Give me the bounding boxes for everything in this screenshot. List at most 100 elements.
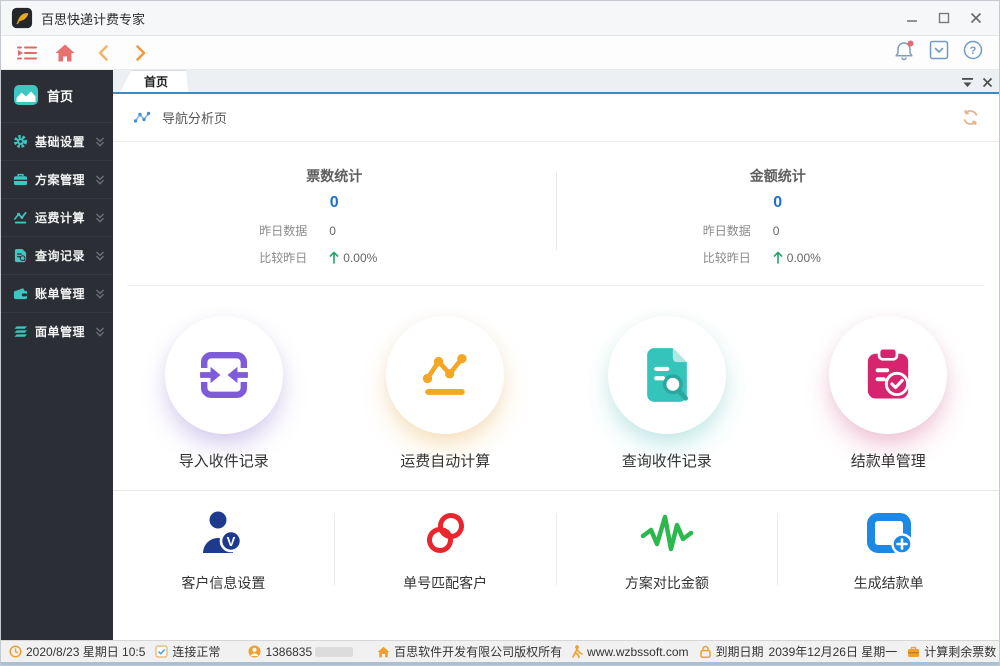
yesterday-value: 0 <box>329 224 336 238</box>
sidebar-item-label: 查询记录 <box>35 247 95 264</box>
tab-close-icon[interactable] <box>982 77 993 88</box>
merge-arrows-icon <box>196 347 252 403</box>
walker-icon <box>572 645 583 658</box>
doc-search-icon <box>13 248 28 263</box>
sidebar-item-query-records[interactable]: 查询记录 <box>1 236 113 274</box>
sidebar-item-freight-calculation[interactable]: 运费计算 <box>1 198 113 236</box>
forward-button[interactable] <box>127 40 155 66</box>
sidebar-item-plan-management[interactable]: 方案管理 <box>1 160 113 198</box>
amount-stat: 金额统计 0 昨日数据 0 比较昨日 0.00% <box>557 166 1000 285</box>
app-logo-icon <box>11 7 33 29</box>
pulse-icon <box>639 511 695 555</box>
navigation-analysis-page: 票数统计 0 昨日数据 0 比较昨日 0.00% <box>113 142 999 640</box>
chevron-down-icon <box>95 289 105 299</box>
status-connection: 连接正常 <box>155 643 220 660</box>
chart-icon <box>13 210 28 225</box>
maximize-button[interactable] <box>931 6 957 30</box>
stat-title: 票数统计 <box>259 166 409 186</box>
status-bar: 2020/8/23 星期日 10:5 连接正常 1386835 百思软件开发有限… <box>1 640 999 662</box>
tab-home[interactable]: 首页 <box>120 70 188 92</box>
page-title: 导航分析页 <box>162 108 227 127</box>
up-arrow-icon <box>329 251 339 264</box>
tab-label: 首页 <box>144 73 168 90</box>
chevron-down-icon <box>95 213 105 223</box>
page-header: 导航分析页 <box>113 94 999 142</box>
gear-icon <box>13 134 28 149</box>
close-button[interactable] <box>963 6 989 30</box>
tab-bar: 首页 <box>113 70 999 94</box>
blurred-text <box>315 647 353 657</box>
tool-label: 方案对比金额 <box>625 573 709 593</box>
customer-info-settings-button[interactable]: V 客户信息设置 <box>113 505 334 640</box>
match-customer-button[interactable]: 单号匹配客户 <box>335 505 556 640</box>
compare-label: 比较昨日 <box>259 249 307 266</box>
home-button[interactable] <box>51 40 79 66</box>
refresh-icon[interactable] <box>962 109 979 126</box>
layers-icon <box>13 324 28 339</box>
status-website: www.wzbssoft.com <box>572 645 688 659</box>
sidebar-item-label: 方案管理 <box>35 171 95 188</box>
query-records-button[interactable]: 查询收件记录 <box>556 316 778 490</box>
minimize-button[interactable] <box>899 6 925 30</box>
line-chart-icon <box>417 347 473 403</box>
ticket-count-stat: 票数统计 0 昨日数据 0 比较昨日 0.00% <box>113 166 556 285</box>
compare-value: 0.00% <box>343 251 377 265</box>
lock-icon <box>699 645 712 658</box>
sidebar-item-label: 面单管理 <box>35 323 95 340</box>
clipboard-check-icon <box>863 347 913 403</box>
plan-compare-button[interactable]: 方案对比金额 <box>557 505 778 640</box>
generate-settlement-button[interactable]: 生成结款单 <box>778 505 999 640</box>
sidebar-item-basic-settings[interactable]: 基础设置 <box>1 122 113 160</box>
tools-row: V 客户信息设置 单号匹配客户 <box>113 490 999 640</box>
chevron-down-icon <box>95 251 105 261</box>
sidebar-item-home[interactable]: 首页 <box>1 70 113 122</box>
sidebar-item-label: 账单管理 <box>35 285 95 302</box>
window-title: 百思快递计费专家 <box>41 9 899 28</box>
tool-label: 单号匹配客户 <box>403 573 487 593</box>
status-account: 1386835 <box>248 645 353 659</box>
window-bottom-edge <box>1 662 999 665</box>
notifications-bell-icon[interactable] <box>894 39 915 66</box>
action-label: 查询收件记录 <box>622 450 712 471</box>
stat-value: 0 <box>703 194 853 212</box>
updates-checkbox-icon[interactable] <box>929 40 949 65</box>
settlement-management-button[interactable]: 结款单管理 <box>778 316 1000 490</box>
status-expiry: 到期日期 2039年12月26日 星期一 <box>699 643 898 660</box>
compare-value: 0.00% <box>787 251 821 265</box>
sidebar-item-label: 首页 <box>47 86 73 105</box>
tab-list-icon[interactable] <box>961 77 974 88</box>
clock-icon <box>9 645 22 658</box>
chevron-down-icon <box>95 175 105 185</box>
add-card-icon <box>865 511 913 555</box>
yesterday-value: 0 <box>773 224 780 238</box>
sidebar-item-label: 运费计算 <box>35 209 95 226</box>
status-datetime: 2020/8/23 星期日 10:5 <box>9 643 145 660</box>
wallet-icon <box>13 286 28 301</box>
sidebar-item-bill-management[interactable]: 账单管理 <box>1 274 113 312</box>
up-arrow-icon <box>773 251 783 264</box>
user-icon <box>248 645 261 658</box>
back-button[interactable] <box>89 40 117 66</box>
sidebar-item-waybill-management[interactable]: 面单管理 <box>1 312 113 350</box>
stats-row: 票数统计 0 昨日数据 0 比较昨日 0.00% <box>113 142 999 285</box>
sidebar: 首页 基础设置 方案管理 <box>1 70 113 640</box>
action-label: 导入收件记录 <box>179 450 269 471</box>
quick-actions-row: 导入收件记录 运费自动计算 <box>113 286 999 490</box>
app-window: 百思快递计费专家 <box>0 0 1000 666</box>
stat-value: 0 <box>259 194 409 212</box>
status-remaining-tickets: 计算剩余票数 0 <box>907 643 1000 660</box>
svg-text:?: ? <box>970 45 977 57</box>
title-bar: 百思快递计费专家 <box>1 1 999 36</box>
compare-label: 比较昨日 <box>703 249 751 266</box>
svg-text:V: V <box>227 534 236 549</box>
collapse-menu-button[interactable] <box>13 40 41 66</box>
tool-label: 生成结款单 <box>854 573 924 593</box>
auto-calculate-button[interactable]: 运费自动计算 <box>335 316 557 490</box>
briefcase-icon <box>13 172 28 187</box>
home-tile-icon <box>13 82 39 108</box>
user-badge-icon: V <box>198 509 248 557</box>
help-icon[interactable]: ? <box>963 40 983 65</box>
import-records-button[interactable]: 导入收件记录 <box>113 316 335 490</box>
briefcase-small-icon <box>907 645 920 658</box>
toolbar: ? <box>1 36 999 70</box>
